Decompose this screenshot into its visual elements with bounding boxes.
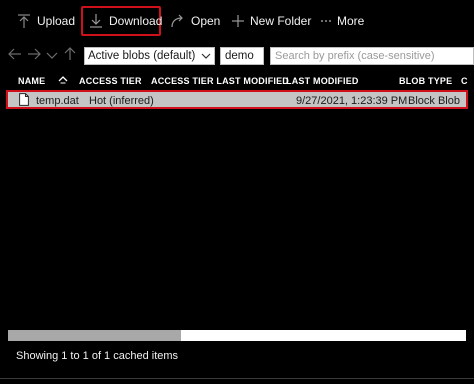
sort-icon[interactable] — [58, 75, 68, 87]
status-text: Showing 1 to 1 of 1 cached items — [16, 350, 179, 362]
open-icon — [170, 13, 186, 29]
more-icon — [320, 14, 332, 28]
file-icon — [19, 93, 29, 111]
search-placeholder: Search by prefix (case-sensitive) — [275, 50, 435, 62]
more-button[interactable]: More — [320, 6, 364, 36]
new-folder-button[interactable]: New Folder — [231, 6, 311, 36]
path-input-value: demo — [225, 50, 254, 62]
column-header-last-modified[interactable]: LAST MODIFIED — [286, 76, 359, 86]
more-label: More — [337, 14, 365, 28]
column-header-access-tier[interactable]: ACCESS TIER — [79, 76, 142, 86]
download-label: Download — [109, 14, 163, 28]
upload-icon — [16, 13, 32, 29]
download-button[interactable]: Download — [81, 6, 163, 36]
horizontal-scrollbar-thumb[interactable] — [8, 330, 181, 341]
open-label: Open — [191, 14, 221, 28]
forward-button[interactable] — [26, 47, 42, 65]
blob-view-select[interactable]: Active blobs (default) — [84, 47, 215, 65]
arrow-right-icon — [27, 47, 41, 65]
up-button[interactable] — [63, 46, 77, 66]
cell-last-modified: 9/27/2021, 1:23:39 PM — [296, 95, 408, 107]
recent-locations-button[interactable] — [45, 47, 59, 65]
column-header-access-tier-last-modified[interactable]: ACCESS TIER LAST MODIFIED — [151, 76, 289, 86]
new-folder-label: New Folder — [250, 14, 312, 28]
column-header-name[interactable]: NAME — [18, 76, 45, 86]
column-header-blob-type[interactable]: BLOB TYPE — [399, 76, 452, 86]
cell-access-tier: Hot (inferred) — [89, 95, 154, 107]
upload-button[interactable]: Upload — [16, 6, 75, 36]
divider — [0, 378, 474, 379]
path-input[interactable]: demo — [220, 47, 264, 65]
chevron-down-icon — [201, 51, 211, 64]
search-input[interactable]: Search by prefix (case-sensitive) — [270, 47, 474, 65]
horizontal-scrollbar[interactable] — [8, 330, 466, 341]
arrow-up-icon — [64, 46, 76, 66]
plus-icon — [231, 14, 245, 28]
blob-view-select-value: Active blobs (default) — [88, 50, 196, 62]
back-button[interactable] — [7, 47, 23, 65]
column-header-content-type[interactable]: C — [461, 76, 468, 86]
chevron-down-icon — [46, 47, 58, 65]
open-button[interactable]: Open — [170, 6, 220, 36]
upload-label: Upload — [37, 14, 76, 28]
download-icon — [88, 13, 104, 29]
cell-blob-type: Block Blob — [408, 95, 460, 107]
arrow-left-icon — [8, 47, 22, 65]
cell-name: temp.dat — [36, 95, 79, 107]
